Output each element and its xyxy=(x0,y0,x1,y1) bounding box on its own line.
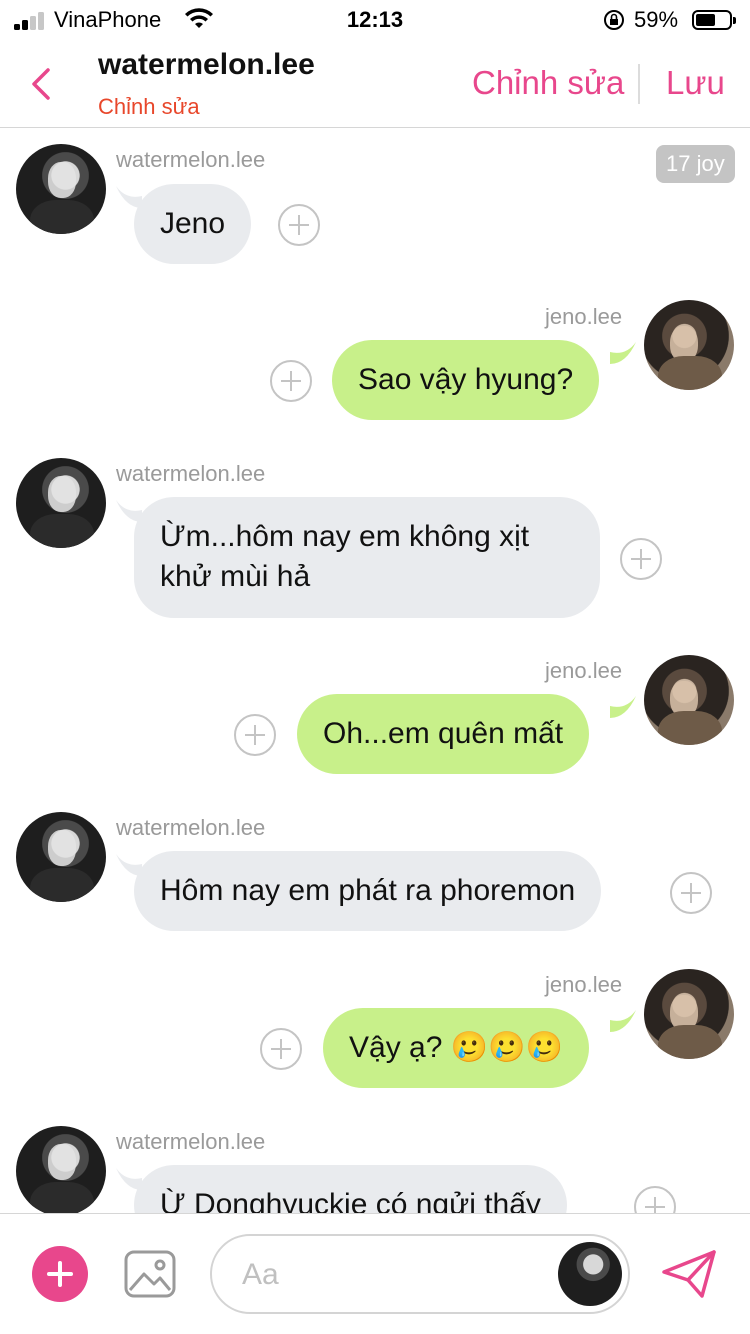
message-bubble[interactable]: Sao vậy hyung? xyxy=(332,340,600,420)
save-button[interactable]: Lưu xyxy=(666,64,725,102)
avatar-icon[interactable] xyxy=(558,1242,622,1306)
message-bubble[interactable]: Oh...em quên mất xyxy=(297,694,590,774)
message-text: Vậy ạ? 🥲🥲🥲 xyxy=(349,1031,563,1064)
chat-subtitle: Chỉnh sửa xyxy=(98,94,200,119)
sender-name: watermelon.lee xyxy=(116,147,266,172)
avatar[interactable] xyxy=(16,1126,106,1213)
sender-name: jeno.lee xyxy=(545,972,623,997)
sender-name: watermelon.lee xyxy=(116,815,266,840)
avatar[interactable] xyxy=(16,458,106,548)
react-plus-button[interactable] xyxy=(260,1028,302,1070)
avatar[interactable] xyxy=(16,144,106,234)
react-plus-button[interactable] xyxy=(634,1186,676,1213)
message-bubble[interactable]: Ừ Donghyuckie có ngửi thấy xyxy=(134,1165,567,1213)
react-plus-button[interactable] xyxy=(234,714,276,756)
message-bubble[interactable]: Vậy ạ? 🥲🥲🥲 xyxy=(323,1008,589,1088)
chat-title: watermelon.lee xyxy=(98,48,315,81)
react-plus-button[interactable] xyxy=(620,538,662,580)
battery-percent: 59% xyxy=(634,7,679,32)
send-icon[interactable] xyxy=(660,1248,718,1300)
message-text: Hôm nay em phát ra phoremon xyxy=(160,874,576,907)
message-text-line: khử mùi hả xyxy=(160,560,311,593)
message-input[interactable] xyxy=(242,1254,542,1296)
message-text: Ừ Donghyuckie có ngửi thấy xyxy=(160,1188,541,1213)
message-text: Jeno xyxy=(160,207,226,240)
header-divider xyxy=(638,64,640,104)
rotation-lock-icon xyxy=(604,10,624,30)
avatar[interactable] xyxy=(644,300,734,390)
react-plus-button[interactable] xyxy=(670,872,712,914)
message-bubble[interactable]: Hôm nay em phát ra phoremon xyxy=(134,851,602,931)
message-bubble[interactable]: Ừm...hôm nay em không xịt khử mùi hả xyxy=(134,497,600,618)
avatar[interactable] xyxy=(644,655,734,745)
chat-area[interactable]: 17 joy watermelon.lee Jeno jeno.lee Sao … xyxy=(0,128,750,1213)
joy-badge: 17 joy xyxy=(656,145,735,183)
message-text-line: Ừm...hôm nay em không xịt xyxy=(160,520,530,553)
avatar[interactable] xyxy=(16,812,106,902)
message-text: Oh...em quên mất xyxy=(323,717,564,750)
message-text: Sao vậy hyung? xyxy=(358,363,574,396)
react-plus-button[interactable] xyxy=(270,360,312,402)
bubble-tail xyxy=(610,342,636,364)
chevron-left-icon[interactable] xyxy=(26,66,56,102)
image-icon[interactable] xyxy=(124,1250,176,1298)
message-input-wrapper xyxy=(210,1234,630,1314)
composer-bar xyxy=(0,1213,750,1334)
battery-icon xyxy=(692,10,736,30)
sender-name: jeno.lee xyxy=(545,658,623,683)
sender-name: watermelon.lee xyxy=(116,1129,266,1154)
sender-name: watermelon.lee xyxy=(116,461,266,486)
chat-header: watermelon.lee Chỉnh sửa Chỉnh sửa Lưu xyxy=(0,40,750,128)
bubble-tail xyxy=(610,696,636,718)
message-bubble[interactable]: Jeno xyxy=(134,184,252,264)
bubble-tail xyxy=(610,1010,636,1032)
react-plus-button[interactable] xyxy=(278,204,320,246)
sender-name: jeno.lee xyxy=(545,304,623,329)
avatar[interactable] xyxy=(644,969,734,1059)
edit-button[interactable]: Chỉnh sửa xyxy=(472,64,624,102)
status-bar: VinaPhone 12:13 59% xyxy=(0,0,750,40)
add-button[interactable] xyxy=(32,1246,88,1302)
